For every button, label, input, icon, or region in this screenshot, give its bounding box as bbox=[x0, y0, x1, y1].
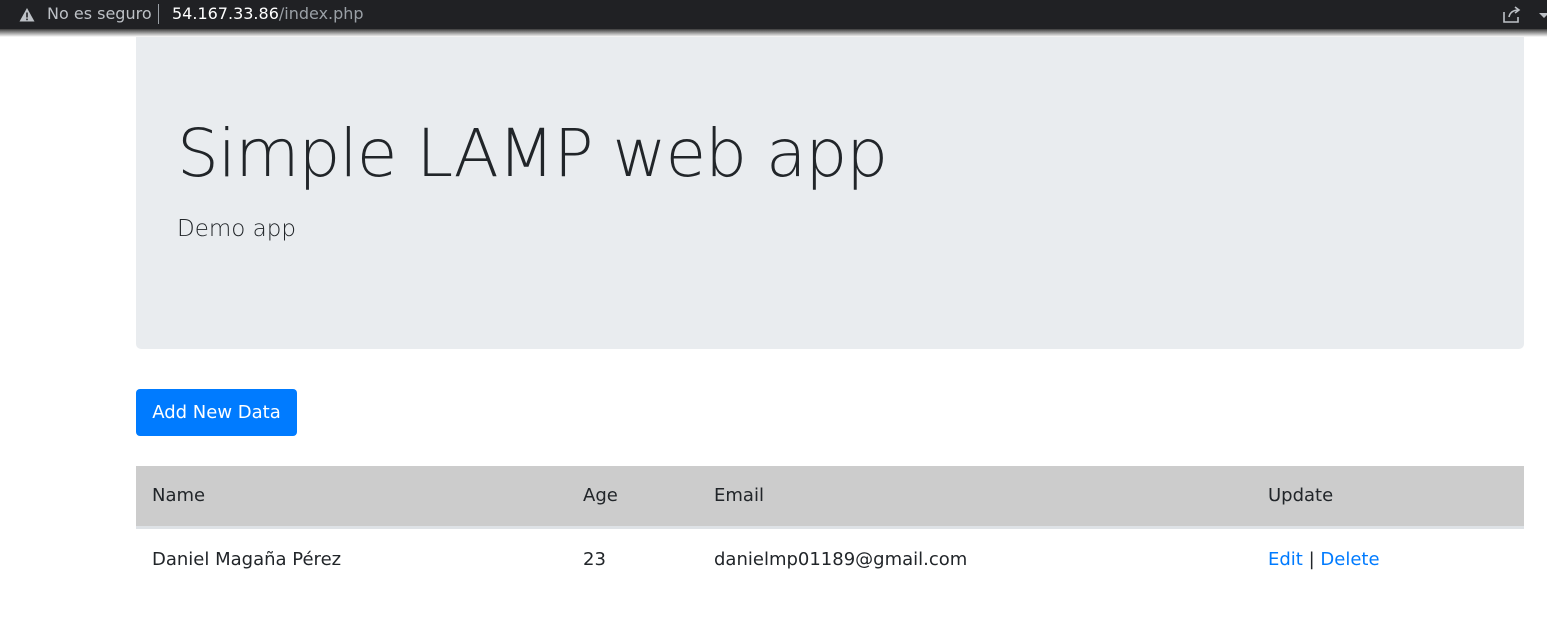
toolbar-shadow bbox=[0, 29, 1547, 37]
chevron-down-icon[interactable] bbox=[1538, 8, 1547, 22]
cell-email: danielmp01189@gmail.com bbox=[714, 549, 968, 571]
share-icon[interactable] bbox=[1502, 6, 1522, 24]
header-name: Name bbox=[136, 466, 567, 529]
link-separator: | bbox=[1308, 549, 1315, 571]
url-host: 54.167.33.86 bbox=[172, 4, 279, 23]
address-separator bbox=[158, 4, 159, 24]
edit-link[interactable]: Edit bbox=[1268, 549, 1303, 570]
header-email: Email bbox=[698, 466, 1252, 529]
cell-update: Edit | Delete bbox=[1252, 527, 1524, 591]
cell-name: Daniel Magaña Pérez bbox=[152, 549, 342, 571]
page-subtitle: Demo app bbox=[177, 216, 296, 242]
jumbotron: Simple LAMP web app Demo app bbox=[136, 37, 1524, 349]
data-table: Name Age Email Update Daniel Magaña Pére… bbox=[136, 466, 1524, 591]
delete-link[interactable]: Delete bbox=[1320, 549, 1379, 570]
warning-triangle-icon bbox=[19, 8, 35, 22]
cell-age: 23 bbox=[583, 549, 606, 571]
header-age: Age bbox=[567, 466, 698, 529]
url-text[interactable]: 54.167.33.86/index.php bbox=[172, 4, 364, 23]
url-path: /index.php bbox=[278, 4, 364, 23]
header-update: Update bbox=[1252, 466, 1524, 529]
security-label[interactable]: No es seguro bbox=[47, 4, 152, 23]
add-new-data-button[interactable]: Add New Data bbox=[136, 389, 297, 436]
browser-address-bar[interactable]: No es seguro 54.167.33.86/index.php bbox=[0, 0, 1547, 29]
table-row: Daniel Magaña Pérez 23 danielmp01189@gma… bbox=[136, 527, 1524, 591]
page-title: Simple LAMP web app bbox=[177, 115, 888, 192]
table-header-row: Name Age Email Update bbox=[136, 466, 1524, 529]
